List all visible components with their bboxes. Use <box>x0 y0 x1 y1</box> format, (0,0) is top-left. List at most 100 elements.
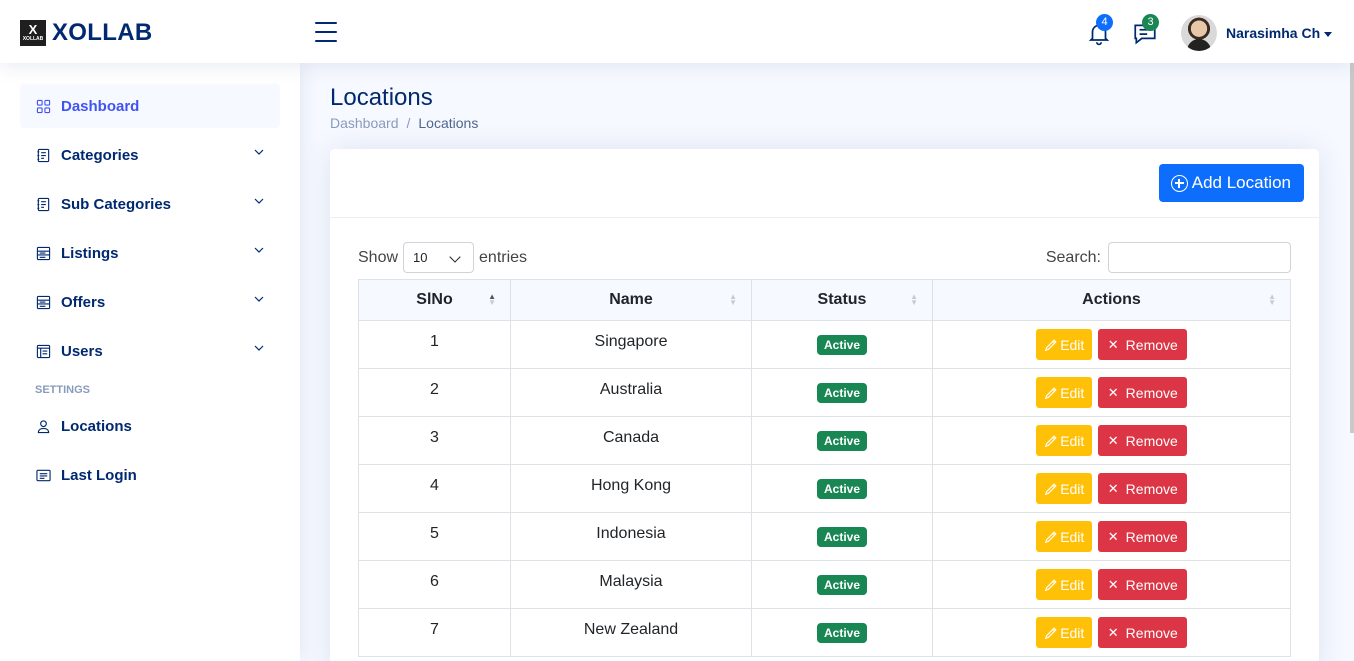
breadcrumb-current: Locations <box>418 115 479 131</box>
cell-status: Active <box>751 368 933 417</box>
close-icon: ✕ <box>1107 432 1119 448</box>
edit-button[interactable]: Edit <box>1036 617 1093 648</box>
journal-icon <box>35 147 51 163</box>
cell-status: Active <box>751 464 933 513</box>
logo-text: XOLLAB <box>52 19 153 46</box>
status-badge: Active <box>816 478 868 499</box>
remove-label: Remove <box>1125 384 1178 401</box>
remove-label: Remove <box>1125 624 1178 641</box>
edit-button[interactable]: Edit <box>1036 521 1093 552</box>
sidebar-item-label: Listings <box>61 244 119 262</box>
cell-slno: 5 <box>358 512 511 561</box>
table-row: 1 Singapore Active Edit ✕ Remove <box>358 320 1291 369</box>
user-name: Narasimha Ch <box>1226 25 1321 41</box>
remove-button[interactable]: ✕ Remove <box>1097 329 1187 360</box>
column-header-name[interactable]: Name ▲ ▼ <box>510 279 752 321</box>
close-icon: ✕ <box>1107 576 1119 592</box>
status-badge: Active <box>816 526 868 547</box>
sidebar-item-dashboard[interactable]: Dashboard <box>20 84 280 128</box>
column-header-actions[interactable]: Actions ▲ ▼ <box>932 279 1291 321</box>
table-row: 6 Malaysia Active Edit ✕ Remove <box>358 560 1291 609</box>
notifications-bell-icon[interactable]: 4 <box>1086 14 1113 46</box>
column-header-slno[interactable]: SlNo ▲ ▼ <box>358 279 511 321</box>
cell-slno: 2 <box>358 368 511 417</box>
locations-card: Add Location Show 10 entries Search: SlN… <box>330 149 1319 661</box>
remove-button[interactable]: ✕ Remove <box>1097 617 1187 648</box>
close-icon: ✕ <box>1107 624 1119 640</box>
cell-actions: Edit ✕ Remove <box>932 560 1291 609</box>
chevron-down-icon <box>254 247 264 253</box>
pencil-icon <box>1045 578 1057 591</box>
cell-actions: Edit ✕ Remove <box>932 608 1291 657</box>
cell-name: Australia <box>510 368 752 417</box>
edit-button[interactable]: Edit <box>1036 473 1093 504</box>
grid-icon <box>35 98 51 114</box>
cell-name: Indonesia <box>510 512 752 561</box>
logo[interactable]: X XOLLAB XOLLAB <box>20 19 152 47</box>
cell-status: Active <box>751 560 933 609</box>
remove-button[interactable]: ✕ Remove <box>1097 569 1187 600</box>
edit-button[interactable]: Edit <box>1036 377 1093 408</box>
edit-button[interactable]: Edit <box>1036 425 1093 456</box>
status-badge: Active <box>816 334 868 355</box>
remove-button[interactable]: ✕ Remove <box>1097 473 1187 504</box>
caret-down-icon <box>1324 31 1333 37</box>
sidebar-item-categories[interactable]: Categories <box>20 133 280 177</box>
messages-chat-icon[interactable]: 3 <box>1132 14 1159 46</box>
status-badge: Active <box>816 622 868 643</box>
layout-text-icon <box>35 245 51 261</box>
user-menu[interactable]: Narasimha Ch <box>1226 25 1333 41</box>
cell-slno: 3 <box>358 416 511 465</box>
sidebar-item-sub-categories[interactable]: Sub Categories <box>20 182 280 226</box>
page-scrollbar[interactable] <box>1350 63 1354 433</box>
add-location-label: Add Location <box>1191 173 1291 192</box>
remove-label: Remove <box>1125 528 1178 545</box>
pencil-icon <box>1045 530 1057 543</box>
breadcrumb: Dashboard / Locations <box>330 115 479 131</box>
edit-button[interactable]: Edit <box>1036 569 1093 600</box>
locations-table: SlNo ▲ ▼ Name ▲ ▼ Status ▲ ▼ Actions ▲ ▼ 1 Singap… <box>358 279 1291 657</box>
remove-label: Remove <box>1125 480 1178 497</box>
sidebar-item-offers[interactable]: Offers <box>20 280 280 324</box>
show-label: Show <box>358 248 399 266</box>
page-title: Locations <box>330 84 433 111</box>
remove-button[interactable]: ✕ Remove <box>1097 521 1187 552</box>
logo-mark: X XOLLAB <box>20 20 46 46</box>
search-input[interactable] <box>1108 242 1291 273</box>
cell-actions: Edit ✕ Remove <box>932 416 1291 465</box>
journal-icon <box>35 196 51 212</box>
cell-status: Active <box>751 416 933 465</box>
avatar[interactable] <box>1181 15 1217 51</box>
menu-toggle-icon[interactable] <box>315 22 337 42</box>
add-location-button[interactable]: Add Location <box>1158 164 1304 202</box>
column-header-status[interactable]: Status ▲ ▼ <box>751 279 933 321</box>
remove-button[interactable]: ✕ Remove <box>1097 425 1187 456</box>
close-icon: ✕ <box>1107 336 1119 352</box>
cell-name: New Zealand <box>510 608 752 657</box>
layout-text-icon <box>35 294 51 310</box>
cell-slno: 7 <box>358 608 511 657</box>
entries-select[interactable]: 10 <box>403 242 475 273</box>
breadcrumb-home-link[interactable]: Dashboard <box>330 115 399 131</box>
sort-icon: ▲ ▼ <box>1268 292 1276 307</box>
cell-status: Active <box>751 608 933 657</box>
sort-icon: ▲ ▼ <box>729 292 737 307</box>
edit-label: Edit <box>1060 336 1085 353</box>
close-icon: ✕ <box>1107 528 1119 544</box>
edit-label: Edit <box>1060 528 1085 545</box>
edit-button[interactable]: Edit <box>1036 329 1093 360</box>
pencil-icon <box>1045 434 1057 447</box>
card-header: Add Location <box>330 149 1319 218</box>
cell-actions: Edit ✕ Remove <box>932 320 1291 369</box>
chevron-down-icon <box>254 296 264 302</box>
sidebar-item-locations[interactable]: Locations <box>20 404 280 448</box>
table-row: 4 Hong Kong Active Edit ✕ Remove <box>358 464 1291 513</box>
search-label: Search: <box>1045 248 1101 266</box>
status-badge: Active <box>816 430 868 451</box>
pencil-icon <box>1045 482 1057 495</box>
sidebar-item-listings[interactable]: Listings <box>20 231 280 275</box>
notifications-count-badge: 4 <box>1096 14 1113 31</box>
remove-button[interactable]: ✕ Remove <box>1097 377 1187 408</box>
sidebar-item-users[interactable]: Users <box>20 329 280 373</box>
sidebar-item-last-login[interactable]: Last Login <box>20 453 280 497</box>
